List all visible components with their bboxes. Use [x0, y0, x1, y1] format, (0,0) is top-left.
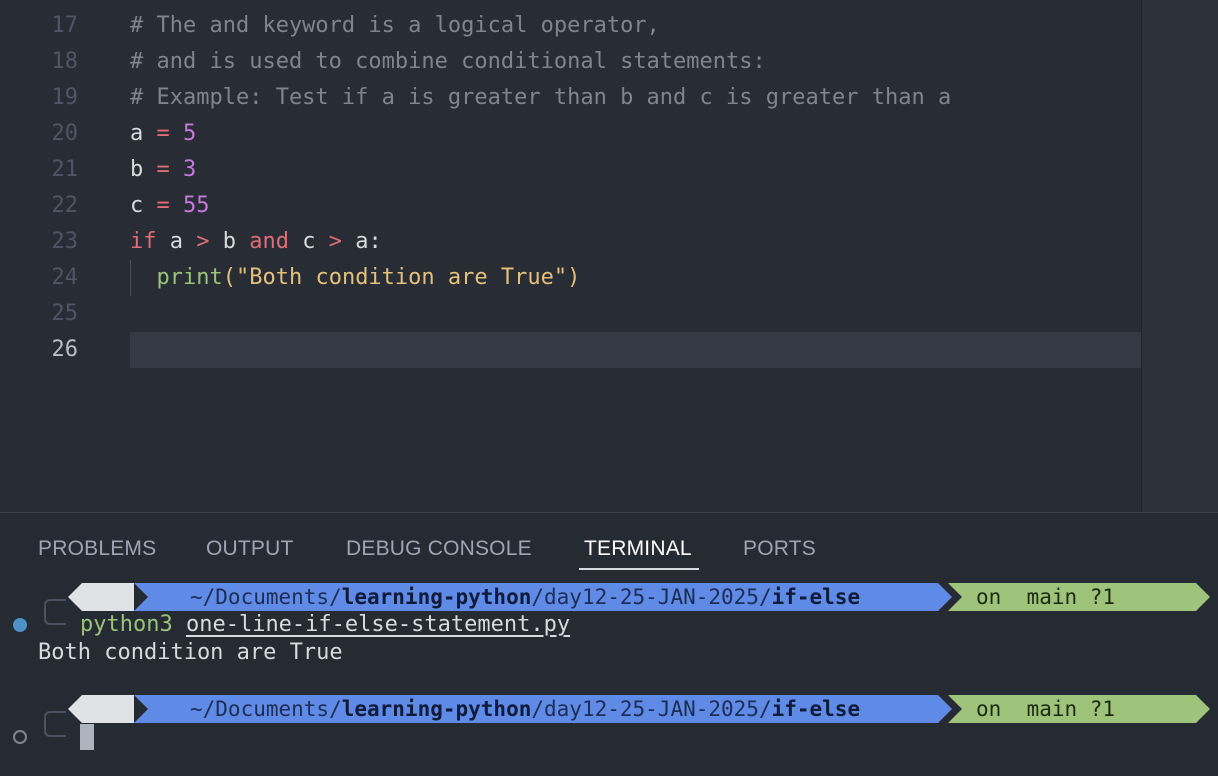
line-number: 26 — [51, 337, 79, 362]
active-tab-indicator — [579, 568, 699, 570]
code-line[interactable]: 25 — [0, 296, 1141, 332]
code-token: = — [156, 157, 170, 182]
prompt-bracket-bottom — [44, 717, 66, 737]
prompt-powerline: ~/Documents/learning-python/day12-25-JAN… — [68, 695, 1210, 723]
code-token: c — [130, 193, 157, 218]
prompt-powerline: ~/Documents/learning-python/day12-25-JAN… — [68, 583, 1210, 611]
line-number: 18 — [51, 49, 79, 74]
code-token: > — [328, 229, 342, 254]
command-status-dot[interactable] — [13, 618, 27, 632]
terminal-command: python3 one-line-if-else-statement.py — [80, 612, 571, 637]
panel-tabs: PROBLEMS OUTPUT DEBUG CONSOLE TERMINAL P… — [0, 513, 1218, 573]
terminal-output-line: Both condition are True — [0, 639, 1218, 667]
code-line[interactable]: 19 # Example: Test if a is greater than b… — [0, 80, 1141, 116]
git-status: on main ?1 — [976, 697, 1116, 721]
code-line[interactable]: 17 # The and keyword is a logical operato… — [0, 8, 1141, 44]
prompt-path-segment: ~/Documents/learning-python/day12-25-JAN… — [134, 695, 952, 723]
terminal-output: Both condition are True — [38, 640, 343, 665]
code-token: and — [249, 229, 289, 254]
code-text: c = 55 — [130, 188, 210, 224]
code-token: if — [130, 229, 157, 254]
terminal-cursor — [80, 724, 94, 750]
code-token: # The and keyword is a logical operator, — [130, 13, 660, 38]
line-number: 19 — [51, 85, 79, 110]
code-line[interactable]: 20 a = 5 — [0, 116, 1141, 152]
current-line-highlight — [130, 332, 1141, 368]
code-token: # and is used to combine conditional sta… — [130, 49, 766, 74]
code-token: 3 — [183, 157, 197, 182]
prompt-git-segment: on main ?1 — [948, 583, 1210, 611]
code-line[interactable]: 23 if a > b and c > a: — [0, 224, 1141, 260]
tab-output[interactable]: OUTPUT — [206, 537, 294, 561]
code-line[interactable]: 21 b = 3 — [0, 152, 1141, 188]
line-number: 20 — [51, 121, 79, 146]
code-text: # Example: Test if a is greater than b a… — [130, 80, 951, 116]
tab-debug-console[interactable]: DEBUG CONSOLE — [346, 537, 532, 561]
code-token: 5 — [183, 121, 197, 146]
script-file-link[interactable]: one-line-if-else-statement.py — [186, 612, 570, 637]
terminal-prompt-line: ~/Documents/learning-python/day12-25-JAN… — [0, 695, 1218, 729]
code-token: = — [156, 121, 170, 146]
prompt-path: ~/Documents/learning-python/day12-25-JAN… — [190, 697, 861, 721]
line-number: 24 — [51, 265, 79, 290]
git-status: on main ?1 — [976, 585, 1116, 609]
code-token: c — [289, 229, 329, 254]
prompt-path-segment: ~/Documents/learning-python/day12-25-JAN… — [134, 583, 952, 611]
prompt-bracket-bottom — [44, 605, 66, 625]
code-line[interactable]: 24 print("Both condition are True") — [0, 260, 1141, 296]
line-number: 22 — [51, 193, 79, 218]
command-status-dot[interactable] — [13, 730, 27, 744]
code-token: b — [209, 229, 250, 254]
terminal-command-line: python3 one-line-if-else-statement.py — [0, 605, 1218, 639]
line-number: 17 — [51, 13, 79, 38]
code-token: a — [130, 121, 157, 146]
prompt-git-segment: on main ?1 — [948, 695, 1210, 723]
minimap[interactable] — [1141, 0, 1218, 512]
code-text: # The and keyword is a logical operator, — [130, 8, 660, 44]
prompt-path: ~/Documents/learning-python/day12-25-JAN… — [190, 585, 861, 609]
code-line[interactable]: 22 c = 55 — [0, 188, 1141, 224]
code-token: > — [196, 229, 210, 254]
code-token: a: — [342, 229, 382, 254]
code-line[interactable]: 18 # and is used to combine conditional s… — [0, 44, 1141, 80]
bottom-panel: PROBLEMS OUTPUT DEBUG CONSOLE TERMINAL P… — [0, 512, 1218, 776]
code-text: # and is used to combine conditional sta… — [130, 44, 766, 80]
code-editor[interactable]: 17 # The and keyword is a logical operato… — [0, 0, 1218, 512]
tab-ports[interactable]: PORTS — [743, 537, 816, 561]
terminal-prompt-line: ~/Documents/learning-python/day12-25-JAN… — [0, 583, 1218, 617]
terminal-input-line[interactable] — [0, 717, 1218, 751]
prompt-os-segment — [68, 583, 134, 611]
line-number: 21 — [51, 157, 79, 182]
code-text: if a > b and c > a: — [130, 224, 382, 260]
code-token: print — [156, 265, 223, 290]
code-token: a — [156, 229, 197, 254]
code-text: print("Both condition are True") — [130, 260, 581, 296]
code-token: ) — [567, 265, 581, 290]
line-number: 23 — [51, 229, 79, 254]
code-line[interactable]: 26 — [0, 332, 1141, 368]
tab-terminal[interactable]: TERMINAL — [584, 537, 692, 561]
code-token: # Example: Test if a is greater than b a… — [130, 85, 952, 110]
code-token: = — [156, 193, 170, 218]
code-token: 55 — [183, 193, 210, 218]
code-token: b — [130, 157, 157, 182]
tab-problems[interactable]: PROBLEMS — [38, 537, 156, 561]
code-text: a = 5 — [130, 116, 196, 152]
code-token: ( — [222, 265, 236, 290]
code-token: "Both condition are True" — [235, 265, 568, 290]
prompt-os-segment — [68, 695, 134, 723]
line-number: 25 — [51, 301, 79, 326]
code-text: b = 3 — [130, 152, 196, 188]
